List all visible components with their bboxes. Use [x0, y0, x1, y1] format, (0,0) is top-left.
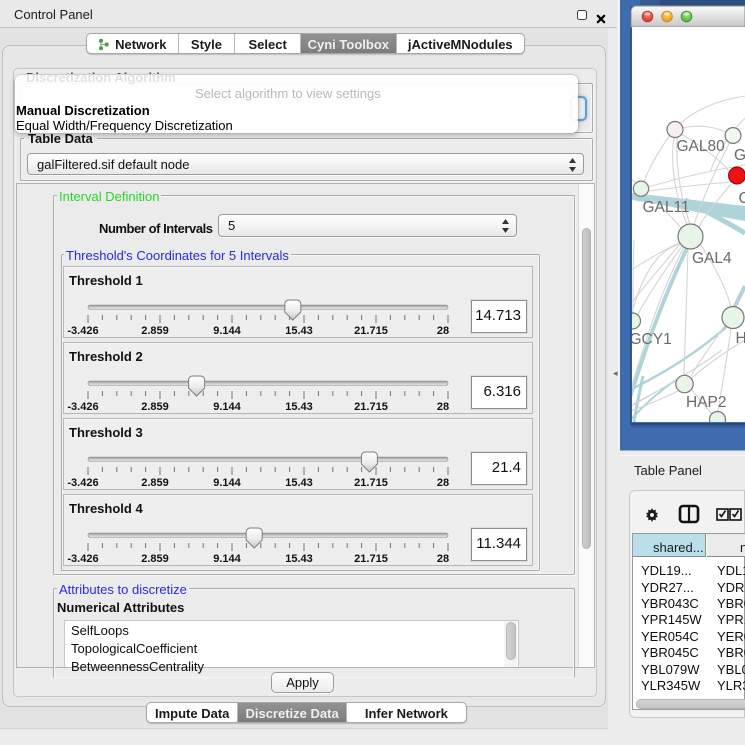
svg-text:GAL4: GAL4	[692, 250, 732, 267]
svg-text:-3.426: -3.426	[67, 477, 98, 489]
svg-text:21.715: 21.715	[354, 477, 388, 489]
svg-text:GAL1: GAL1	[734, 147, 745, 164]
svg-text:HAP2: HAP2	[686, 394, 727, 411]
svg-text:2.859: 2.859	[141, 401, 169, 413]
svg-text:21.715: 21.715	[354, 325, 388, 337]
svg-text:28: 28	[437, 553, 449, 565]
svg-text:15.43: 15.43	[285, 401, 313, 413]
svg-text:HA: HA	[736, 330, 745, 347]
svg-text:9.144: 9.144	[213, 553, 241, 565]
svg-text:9.144: 9.144	[213, 477, 241, 489]
svg-text:2.859: 2.859	[141, 477, 169, 489]
svg-text:2.859: 2.859	[141, 553, 169, 565]
svg-text:GAL11: GAL11	[643, 199, 690, 216]
svg-text:CD: CD	[739, 190, 745, 207]
svg-text:GAL80: GAL80	[677, 138, 726, 155]
svg-text:-3.426: -3.426	[67, 401, 98, 413]
svg-text:15.43: 15.43	[285, 553, 313, 565]
svg-text:28: 28	[437, 325, 449, 337]
svg-text:2.859: 2.859	[141, 325, 169, 337]
svg-text:15.43: 15.43	[285, 477, 313, 489]
svg-text:9.144: 9.144	[213, 325, 241, 337]
svg-text:21.715: 21.715	[354, 401, 388, 413]
svg-text:21.715: 21.715	[354, 553, 388, 565]
svg-text:28: 28	[437, 477, 449, 489]
svg-text:9.144: 9.144	[213, 401, 241, 413]
svg-text:-3.426: -3.426	[67, 553, 98, 565]
svg-text:28: 28	[437, 401, 449, 413]
svg-text:-3.426: -3.426	[67, 325, 98, 337]
svg-text:GCY1: GCY1	[630, 331, 672, 348]
svg-text:15.43: 15.43	[285, 325, 313, 337]
